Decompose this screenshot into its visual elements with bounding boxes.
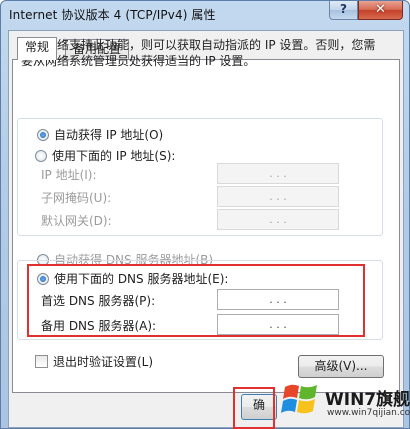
window-title: Internet 协议版本 4 (TCP/IPv4) 属性 [9,8,216,22]
subnet-mask-input[interactable]: . . . [217,186,339,207]
dns-highlight-box [27,264,365,337]
description-text: 如果网络支持此功能，则可以获取自动指派的 IP 设置。否则，您需要从网络系统管理… [21,38,376,68]
watermark-url: www.win7qijian.com [327,408,410,418]
watermark-brand: WIN7旗舰版 [325,390,410,410]
ip-manual-radio[interactable] [35,149,47,162]
tab-general[interactable]: 常规 [17,37,58,60]
default-gateway-dots: . . . [269,213,287,226]
advanced-button[interactable]: 高级(V)... [298,355,384,378]
dialog-window: Internet 协议版本 4 (TCP/IPv4) 属性 ? ✕ 常规 备用配… [0,0,410,429]
subnet-mask-label: 子网掩码(U): [41,191,112,205]
windows-logo-icon [281,384,317,414]
help-button[interactable]: ? [329,1,358,20]
subnet-mask-dots: . . . [269,190,287,203]
ip-address-input[interactable]: . . . [217,163,339,184]
validate-option[interactable]: 退出时验证设置(L) [35,353,153,370]
default-gateway-label: 默认网关(D): [41,214,112,228]
close-button[interactable]: ✕ [358,1,403,20]
ip-manual-label: 使用下面的 IP 地址(S): [52,149,176,163]
ip-address-dots: . . . [269,167,287,180]
default-gateway-input[interactable]: . . . [217,209,339,230]
ok-highlight-box [233,387,275,429]
validate-checkbox[interactable] [35,355,48,368]
ip-address-label: IP 地址(I): [41,168,97,182]
ip-manual-option[interactable]: 使用下面的 IP 地址(S): [35,147,179,164]
validate-label: 退出时验证设置(L) [53,355,154,369]
